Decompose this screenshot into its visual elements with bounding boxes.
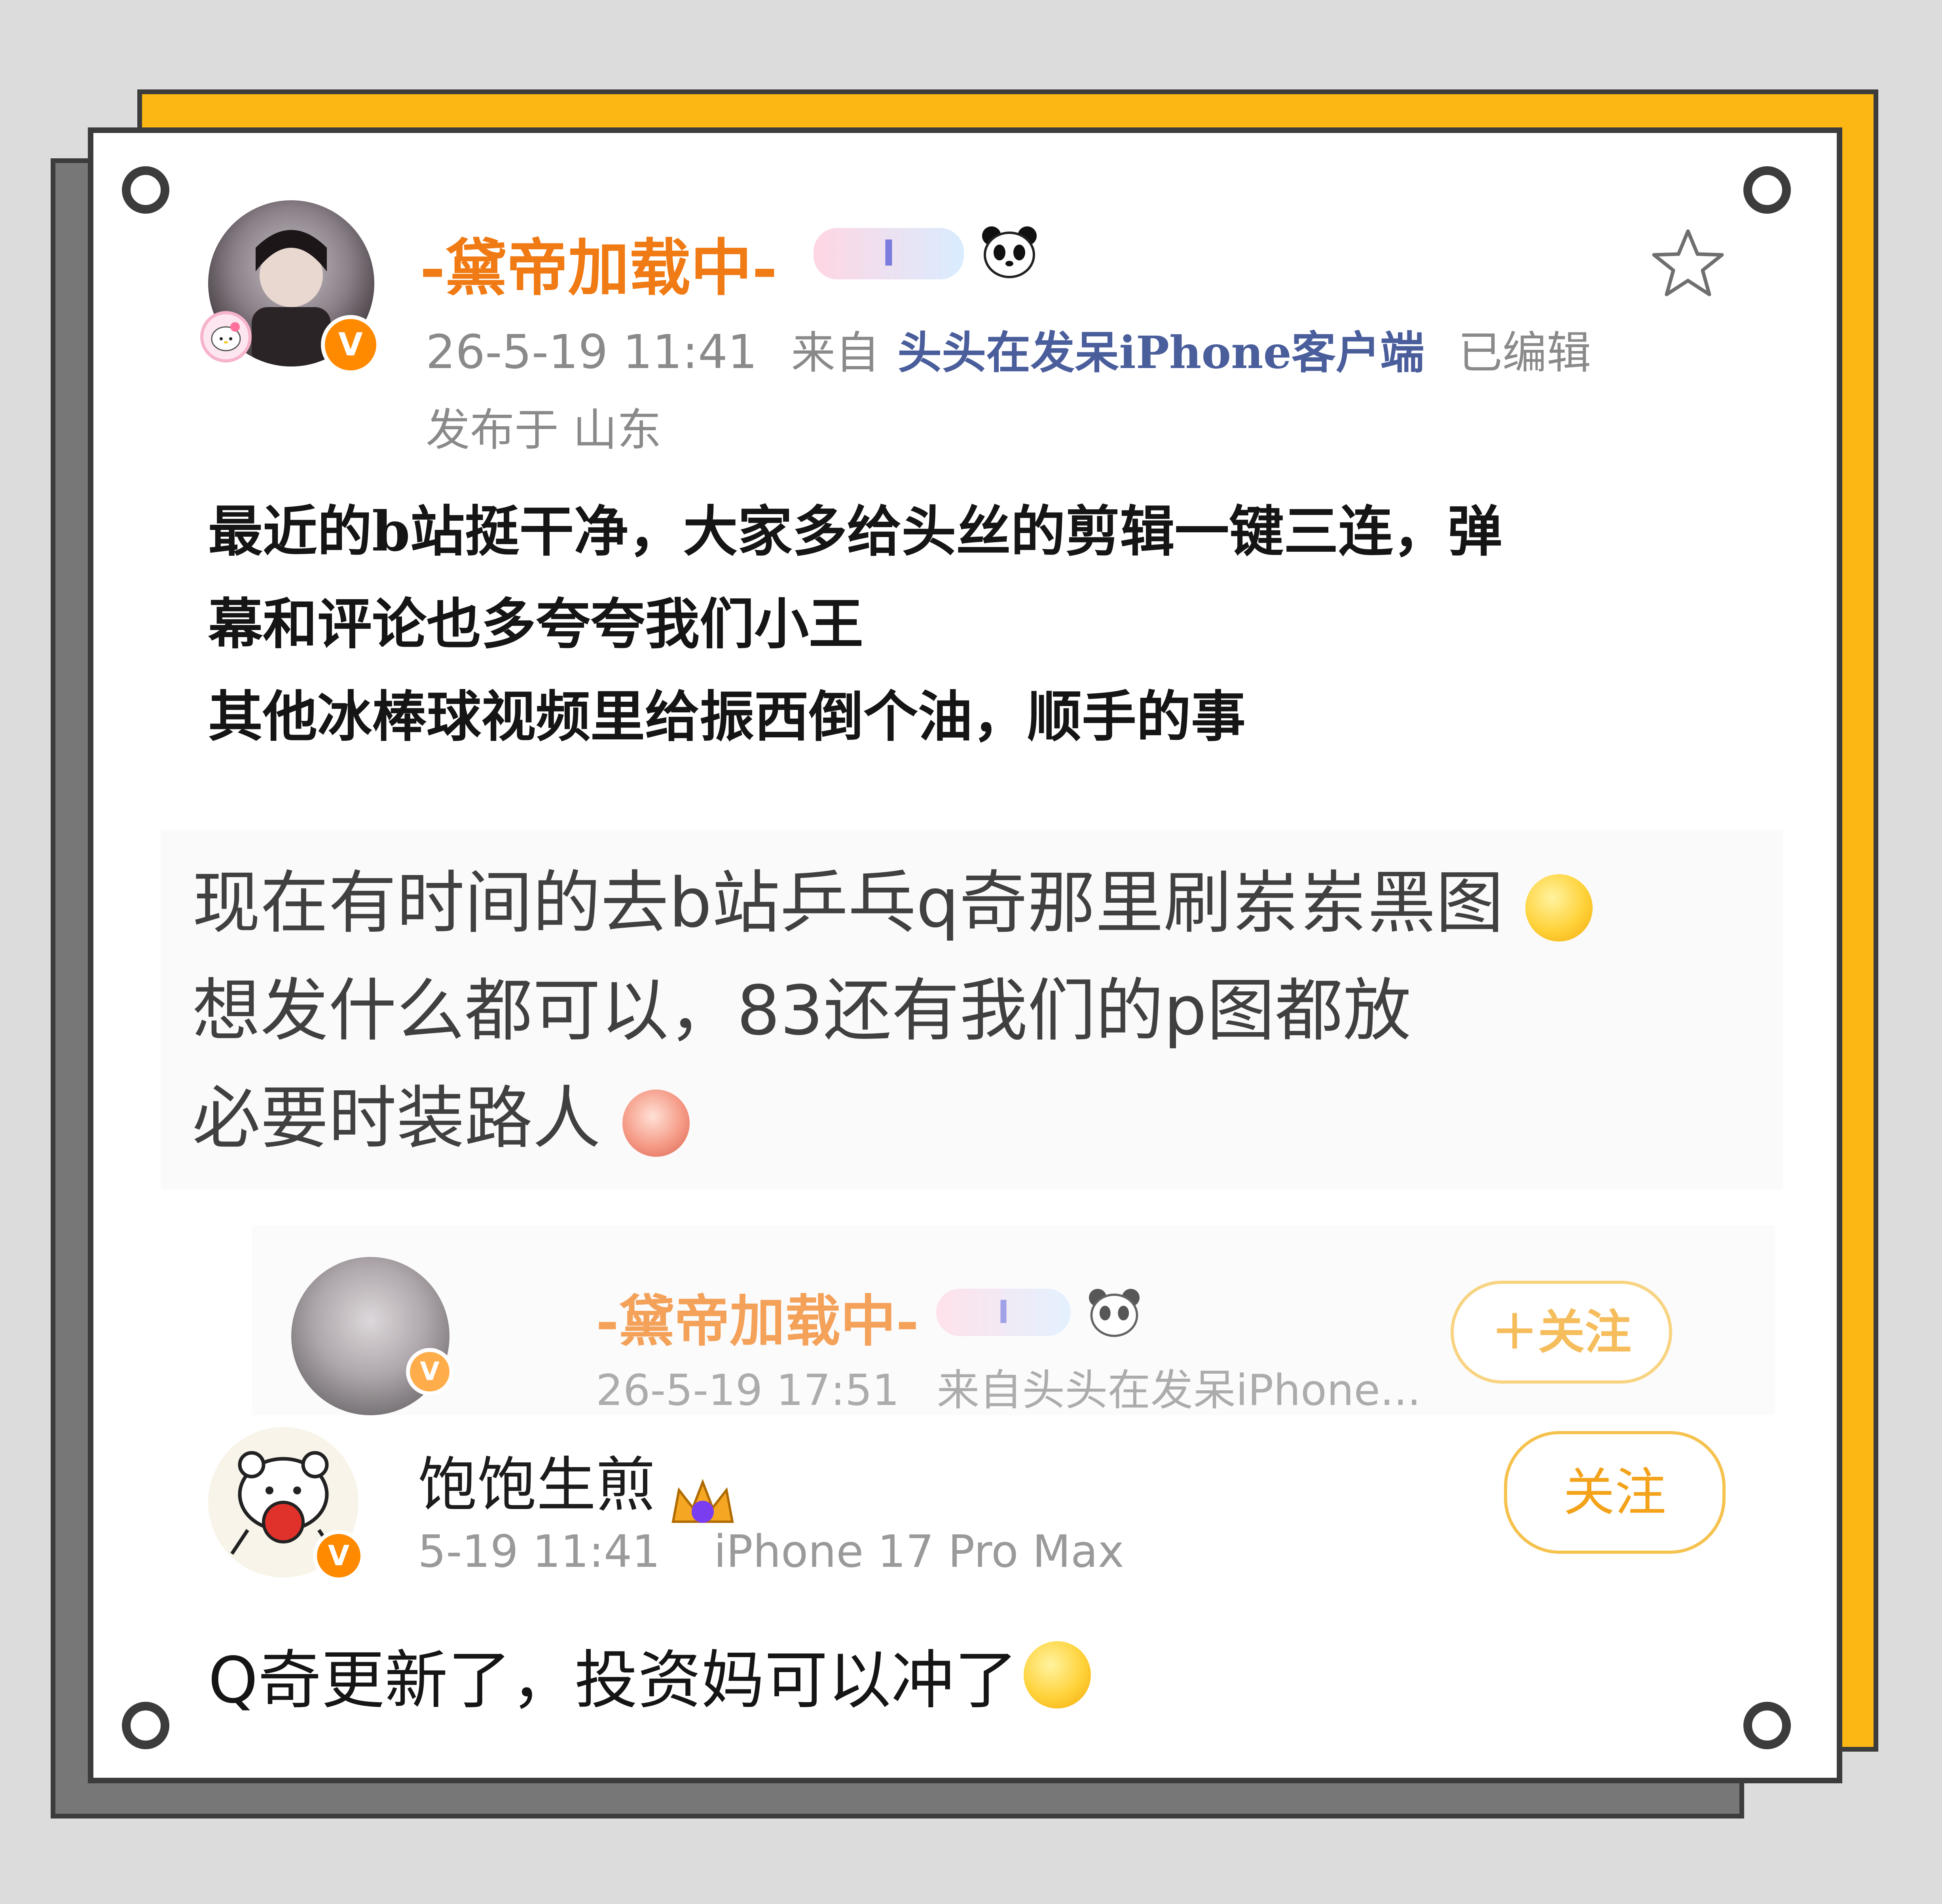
- smile-emoji-icon: [1525, 874, 1593, 942]
- repost-author-name[interactable]: -黛帝加载中-: [596, 1277, 919, 1357]
- pin-top-right: [1743, 166, 1791, 214]
- comment-body: Q奇更新了，投资妈可以冲了: [208, 1629, 1091, 1721]
- post-meta-row: 26-5-19 11:41 来自 头头在发呆iPhone客户端 已编辑: [426, 317, 1591, 381]
- comment-device: iPhone 17 Pro Max: [714, 1526, 1124, 1577]
- comment-author-row: 饱饱生煎: [418, 1437, 736, 1534]
- screenshot-line: 现在有时间的去b站乒乓q奇那里刷岽岽黑图: [192, 849, 1593, 957]
- verified-badge-icon: V: [313, 1530, 364, 1581]
- edited-label[interactable]: 已编辑: [1458, 327, 1591, 379]
- fan-badge-icon: I: [814, 228, 964, 279]
- post-body-line: 最近的b站挺干净，大家多给头丝的剪辑一键三连，弹: [208, 499, 1502, 564]
- comment-meta-row: 5-19 11:41 iPhone 17 Pro Max: [418, 1526, 1124, 1577]
- repost-follow-button[interactable]: ＋关注: [1451, 1281, 1672, 1384]
- crown-badge-icon: [669, 1474, 736, 1534]
- post-body: 最近的b站挺干净，大家多给头丝的剪辑一键三连，弹 幕和评论也多夸夸我们小王 其他…: [208, 485, 1502, 763]
- post-body-line: 幕和评论也多夸夸我们小王: [208, 592, 864, 656]
- post-body-line: 其他冰棒球视频里给振西倒个油，顺手的事: [208, 684, 1246, 749]
- author-name[interactable]: -黛帝加载中-: [420, 218, 778, 307]
- panda-icon: [1087, 1287, 1142, 1338]
- screenshot-line: 想发什么都可以，83还有我们的p图都放: [192, 971, 1411, 1050]
- post-location: 发布于 山东: [426, 404, 662, 456]
- comment-timestamp: 5-19 11:41: [418, 1526, 660, 1577]
- source-link[interactable]: 头头在发呆iPhone客户端: [897, 327, 1424, 379]
- pin-bottom-right: [1743, 1702, 1791, 1749]
- main-card: V -黛帝加载中- I 26-5-19 11:41 来自 头头在发呆iPhone…: [88, 127, 1842, 1783]
- star-icon[interactable]: [1648, 224, 1728, 303]
- repost-meta-row: 26-5-19 17:51 来自头头在发呆iPhone...: [596, 1356, 1421, 1418]
- pin-bottom-left: [122, 1702, 169, 1749]
- repost-source: 来自头头在发呆iPhone...: [937, 1366, 1421, 1415]
- pin-top-left: [122, 166, 169, 214]
- verified-badge-icon: V: [321, 315, 380, 374]
- verified-badge-icon: V: [406, 1348, 453, 1395]
- source-prefix: 来自: [791, 327, 880, 379]
- repost-card[interactable]: V -黛帝加载中- I 26-5-19 17:51 来自头头在发呆iPhone.…: [252, 1225, 1775, 1415]
- smile-emoji-icon: [1024, 1641, 1091, 1708]
- peach-emoji-icon: [622, 1090, 690, 1157]
- screenshot-line: 必要时装路人: [192, 1065, 1593, 1172]
- hello-kitty-icon: [200, 311, 252, 363]
- comment-follow-button[interactable]: 关注: [1504, 1431, 1726, 1554]
- fan-badge-icon: I: [936, 1289, 1071, 1336]
- repost-timestamp: 26-5-19 17:51: [596, 1366, 900, 1415]
- screenshot-text-block: 现在有时间的去b站乒乓q奇那里刷岽岽黑图 想发什么都可以，83还有我们的p图都放…: [161, 830, 1783, 1190]
- comment-author[interactable]: 饱饱生煎: [418, 1451, 655, 1520]
- post-timestamp: 26-5-19 11:41: [426, 325, 758, 379]
- panda-icon: [980, 224, 1039, 279]
